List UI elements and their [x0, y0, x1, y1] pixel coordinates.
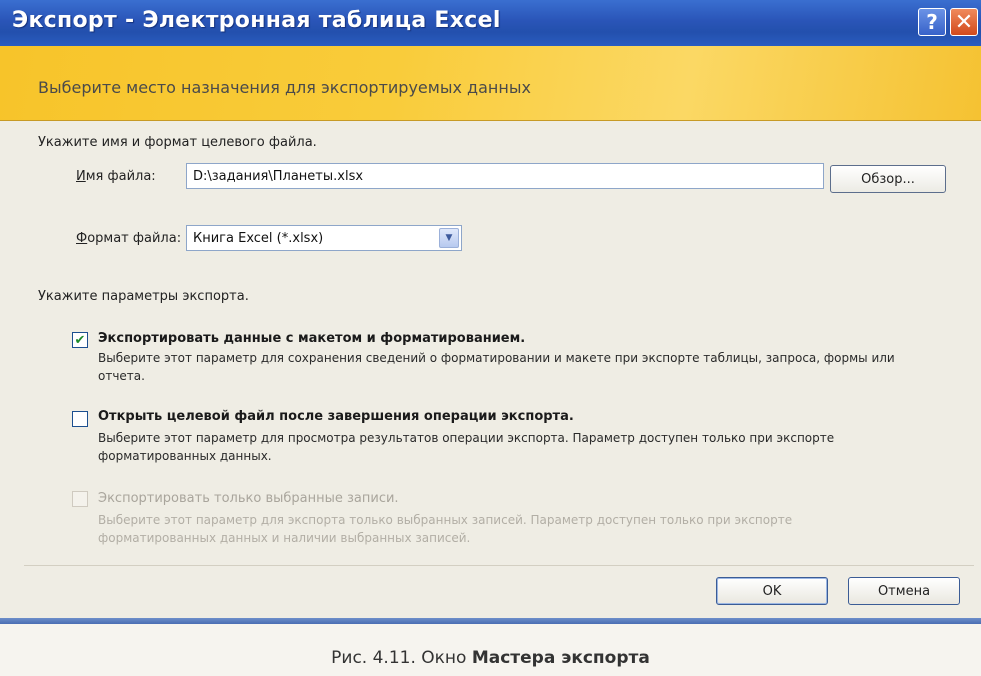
close-button[interactable]: ✕: [950, 8, 978, 36]
chevron-down-icon[interactable]: ▼: [439, 228, 459, 248]
format-label-text: ормат файла:: [87, 231, 182, 246]
help-button[interactable]: ?: [918, 8, 946, 36]
format-select[interactable]: Книга Excel (*.xlsx) ▼: [186, 225, 462, 251]
export-with-layout-title: Экспортировать данные с макетом и формат…: [98, 331, 526, 346]
export-selected-checkbox: [72, 491, 88, 507]
format-label-accesskey: Ф: [76, 231, 88, 246]
ok-button[interactable]: OK: [716, 577, 828, 605]
cancel-button[interactable]: Отмена: [848, 577, 960, 605]
export-selected-description: Выберите этот параметр для экспорта толь…: [98, 513, 793, 545]
banner-heading: Выберите место назначения для экспортиру…: [38, 78, 531, 97]
export-with-layout-description: Выберите этот параметр для сохранения св…: [98, 351, 895, 383]
window-bottom-border: [0, 618, 981, 624]
browse-button[interactable]: Обзор...: [830, 165, 946, 193]
format-label: Формат файла:: [76, 231, 181, 246]
figure-caption: Рис. 4.11. Окно Мастера экспорта: [0, 648, 981, 668]
dialog-content: Укажите имя и формат целевого файла. Имя…: [0, 121, 981, 581]
filename-input[interactable]: D:\задания\Планеты.xlsx: [186, 163, 824, 189]
caption-bold: Мастера экспорта: [471, 648, 650, 668]
format-select-value: Книга Excel (*.xlsx): [193, 231, 324, 246]
options-section-label: Укажите параметры экспорта.: [38, 289, 249, 304]
checkmark-icon: ✔: [74, 332, 86, 348]
export-dialog: Экспорт - Электронная таблица Excel ? ✕ …: [0, 0, 981, 624]
header-banner: Выберите место назначения для экспортиру…: [0, 46, 981, 121]
open-target-file-checkbox[interactable]: [72, 411, 88, 427]
file-section-label: Укажите имя и формат целевого файла.: [38, 135, 317, 150]
caption-prefix: Рис. 4.11. Окно: [331, 648, 472, 668]
button-divider: [24, 565, 974, 566]
filename-label-accesskey: И: [76, 169, 86, 184]
title-bar: Экспорт - Электронная таблица Excel ? ✕: [0, 0, 981, 46]
export-selected-title: Экспортировать только выбранные записи.: [98, 491, 399, 506]
window-title: Экспорт - Электронная таблица Excel: [12, 8, 501, 33]
filename-label-text: мя файла:: [85, 169, 156, 184]
export-with-layout-checkbox[interactable]: ✔: [72, 332, 88, 348]
filename-label: Имя файла:: [76, 169, 156, 184]
open-target-file-description: Выберите этот параметр для просмотра рез…: [98, 431, 835, 463]
open-target-file-title: Открыть целевой файл после завершения оп…: [98, 409, 574, 424]
